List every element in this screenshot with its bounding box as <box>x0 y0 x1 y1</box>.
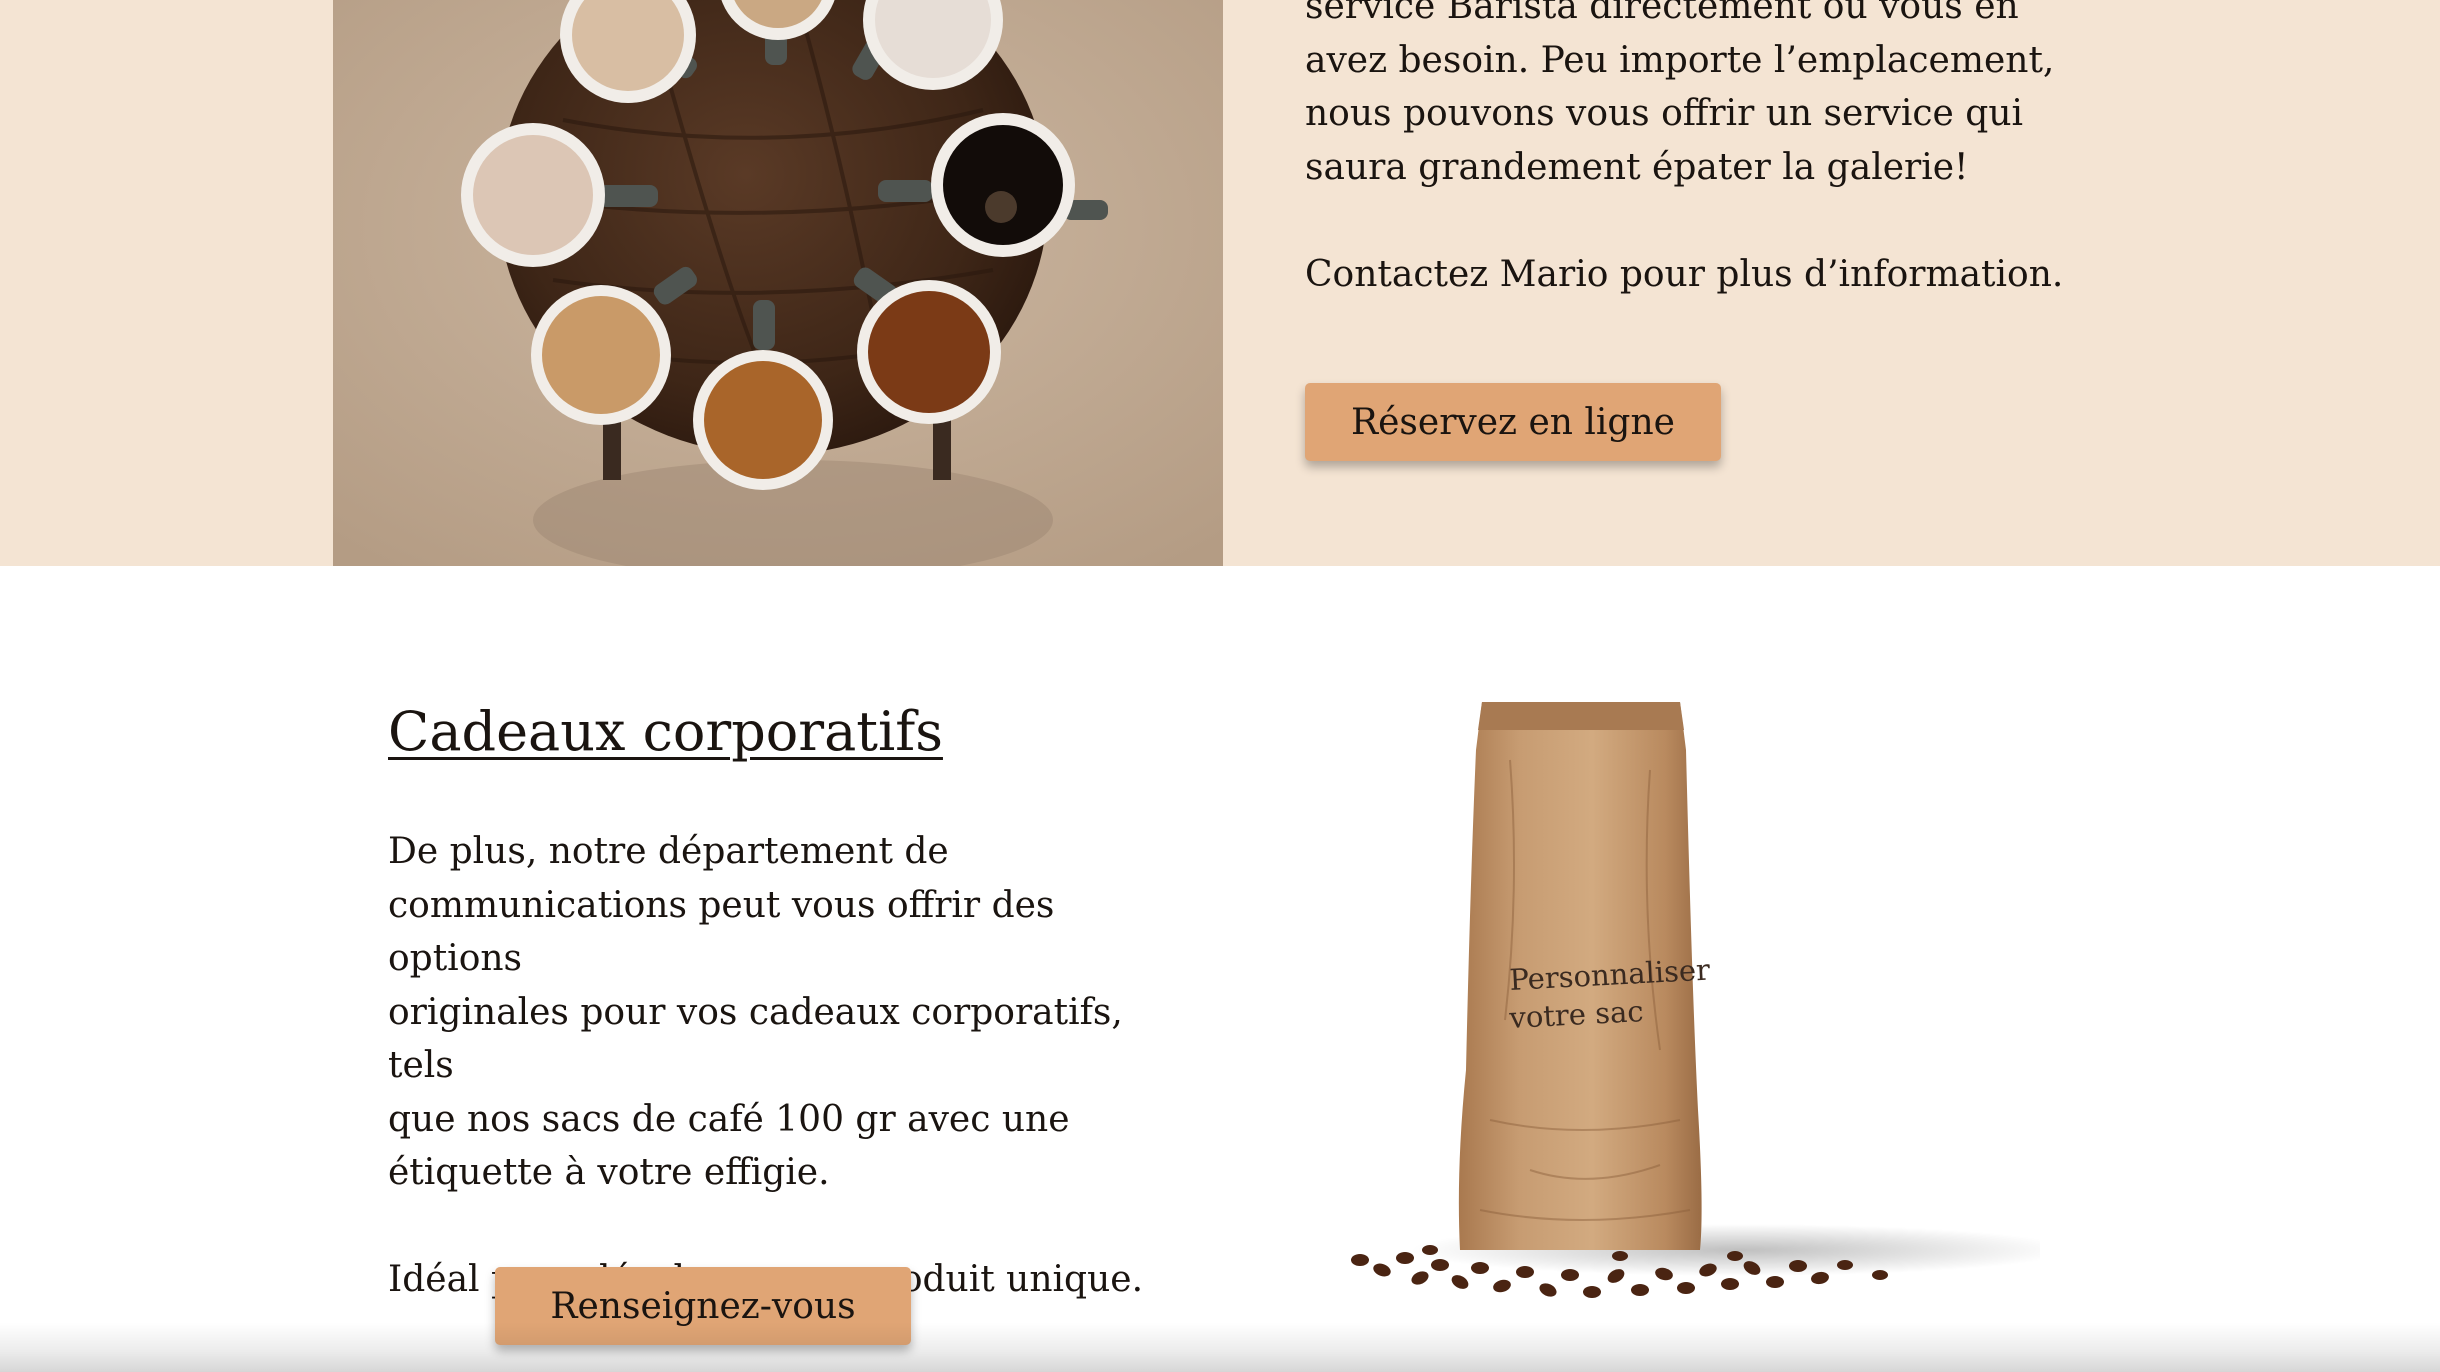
bottom-edge-shadow <box>0 1322 2440 1372</box>
corporate-gifts-title: Cadeaux corporatifs <box>388 700 943 763</box>
inquire-button[interactable]: Renseignez-vous <box>495 1267 911 1345</box>
coffee-cups-image <box>333 0 1223 566</box>
barista-line-1: service Barista directement où vous en <box>1305 0 2019 27</box>
barista-line-3: nous pouvons vous offrir un service qui <box>1305 93 2024 134</box>
corporate-description: De plus, notre département de communicat… <box>388 825 1178 1307</box>
barista-contact-text: Contactez Mario pour plus d’information. <box>1305 253 2064 295</box>
corporate-line-2: communications peut vous offrir des opti… <box>388 884 1055 980</box>
barista-description: service Barista directement où vous en a… <box>1305 0 2065 301</box>
corporate-line-4: que nos sacs de café 100 gr avec une <box>388 1098 1070 1140</box>
barista-line-2: avez besoin. Peu importe l’emplacement, <box>1305 39 2055 81</box>
corporate-line-3: originales pour vos cadeaux corporatifs,… <box>388 991 1123 1087</box>
bag-label-line-2: votre sac <box>1508 994 1645 1035</box>
corporate-line-5: étiquette à votre effigie. <box>388 1152 830 1193</box>
coffee-bag-image: Personnaliser votre sac <box>1320 690 2070 1330</box>
reserve-online-button[interactable]: Réservez en ligne <box>1305 383 1721 461</box>
corporate-line-1: De plus, notre département de <box>388 831 949 872</box>
barista-line-4: saura grandement épater la galerie! <box>1305 146 1969 188</box>
